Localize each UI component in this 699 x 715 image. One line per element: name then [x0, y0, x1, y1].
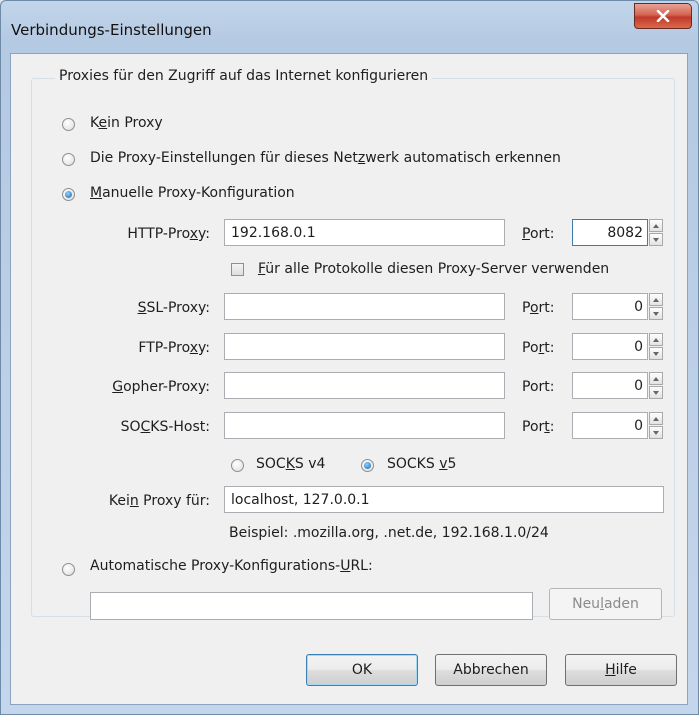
gopher-proxy-input[interactable]: [224, 372, 505, 399]
radio-socks-v4-label[interactable]: SOCKS v4: [256, 455, 325, 473]
cancel-button[interactable]: Abbrechen: [435, 654, 547, 686]
auto-url-input[interactable]: [90, 592, 533, 620]
ftp-proxy-label: FTP-Proxy:: [138, 340, 210, 356]
http-proxy-label: HTTP-Proxy:: [127, 226, 210, 242]
gopher-port-input[interactable]: [572, 372, 648, 399]
http-port-label: Port:: [522, 226, 555, 242]
socks-port-label: Port:: [522, 419, 555, 435]
spin-up-icon[interactable]: [649, 333, 663, 346]
radio-auto-url[interactable]: [62, 563, 75, 576]
radio-socks-v5-label[interactable]: SOCKS v5: [387, 455, 456, 473]
window-title: Verbindungs-Einstellungen: [11, 21, 212, 39]
socks-host-input[interactable]: [224, 412, 505, 439]
spin-down-icon[interactable]: [649, 386, 663, 399]
spin-down-icon[interactable]: [649, 347, 663, 360]
ftp-port-input[interactable]: [572, 333, 648, 360]
close-icon: [656, 10, 670, 22]
radio-auto-url-label[interactable]: Automatische Proxy-Konfigurations-URL:: [90, 557, 373, 575]
radio-auto-detect[interactable]: [62, 153, 75, 166]
ftp-port-spinner[interactable]: [649, 333, 663, 360]
no-proxy-for-input[interactable]: [224, 486, 664, 513]
ssl-port-spinner[interactable]: [649, 293, 663, 320]
spin-down-icon[interactable]: [649, 233, 663, 246]
gopher-proxy-label: Gopher-Proxy:: [112, 379, 210, 395]
radio-no-proxy-label[interactable]: Kein Proxy: [90, 114, 163, 132]
spin-up-icon[interactable]: [649, 293, 663, 306]
spin-up-icon[interactable]: [649, 219, 663, 232]
spin-down-icon[interactable]: [649, 426, 663, 439]
gopher-port-spinner[interactable]: [649, 372, 663, 399]
ftp-proxy-input[interactable]: [224, 333, 505, 360]
ssl-proxy-label: SSL-Proxy:: [137, 300, 210, 316]
ssl-port-label: Port:: [522, 300, 555, 316]
spin-down-icon[interactable]: [649, 307, 663, 320]
spin-up-icon[interactable]: [649, 412, 663, 425]
groupbox-legend: Proxies für den Zugriff auf das Internet…: [55, 68, 433, 84]
close-button[interactable]: [634, 3, 692, 29]
same-proxy-label[interactable]: Für alle Protokolle diesen Proxy-Server …: [258, 260, 609, 278]
socks-host-label: SOCKS-Host:: [120, 419, 210, 435]
same-proxy-checkbox[interactable]: [231, 263, 244, 276]
socks-port-input[interactable]: [572, 412, 648, 439]
radio-socks-v5[interactable]: [361, 459, 374, 472]
radio-manual[interactable]: [62, 188, 75, 201]
http-port-input[interactable]: [572, 219, 648, 246]
radio-manual-label[interactable]: Manuelle Proxy-Konfiguration: [90, 184, 295, 202]
title-bar: Verbindungs-Einstellungen: [1, 1, 698, 53]
radio-socks-v4[interactable]: [231, 459, 244, 472]
no-proxy-for-label: Kein Proxy für:: [108, 493, 210, 509]
help-button[interactable]: Hilfe: [565, 654, 677, 686]
ssl-proxy-input[interactable]: [224, 293, 505, 320]
http-proxy-input[interactable]: [224, 219, 505, 246]
radio-no-proxy[interactable]: [62, 118, 75, 131]
spin-up-icon[interactable]: [649, 372, 663, 385]
http-port-spinner[interactable]: [649, 219, 663, 246]
radio-auto-detect-label[interactable]: Die Proxy-Einstellungen für dieses Netzw…: [90, 149, 561, 167]
no-proxy-example: Beispiel: .mozilla.org, .net.de, 192.168…: [229, 525, 549, 541]
ftp-port-label: Port:: [522, 340, 555, 356]
gopher-port-label: Port:: [522, 379, 555, 395]
ssl-port-input[interactable]: [572, 293, 648, 320]
ok-button[interactable]: OK: [306, 654, 418, 686]
reload-button[interactable]: Neu l aden: [549, 588, 662, 620]
socks-port-spinner[interactable]: [649, 412, 663, 439]
